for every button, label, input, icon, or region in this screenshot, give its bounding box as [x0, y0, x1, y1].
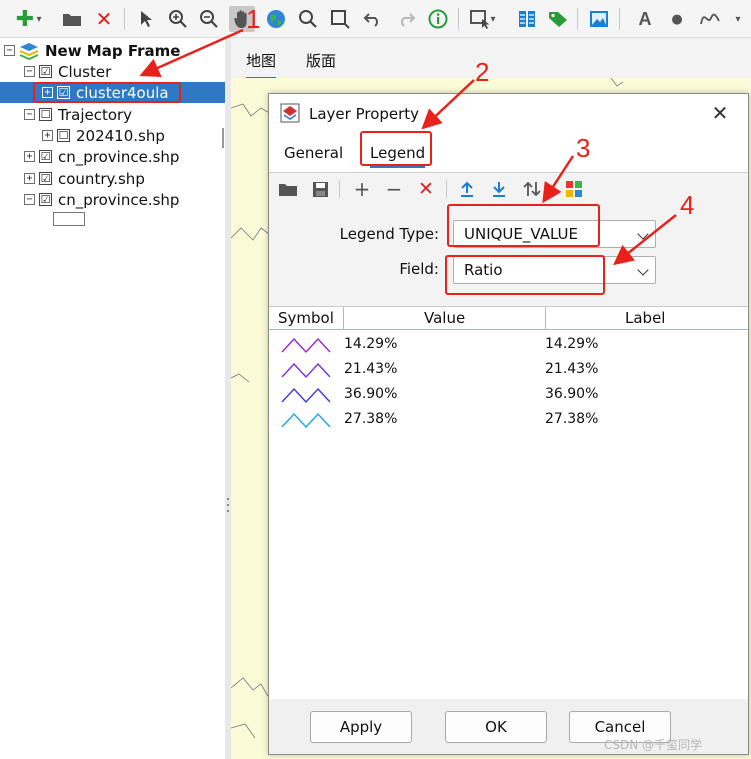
- annotation-number: 4: [680, 190, 695, 220]
- annotation-number: 3: [576, 133, 591, 163]
- annotation-number: 1: [246, 4, 261, 34]
- annotation-number: 2: [475, 57, 490, 87]
- annotation-arrows: [139, 28, 677, 266]
- watermark: CSDN @千玺同学: [604, 738, 703, 752]
